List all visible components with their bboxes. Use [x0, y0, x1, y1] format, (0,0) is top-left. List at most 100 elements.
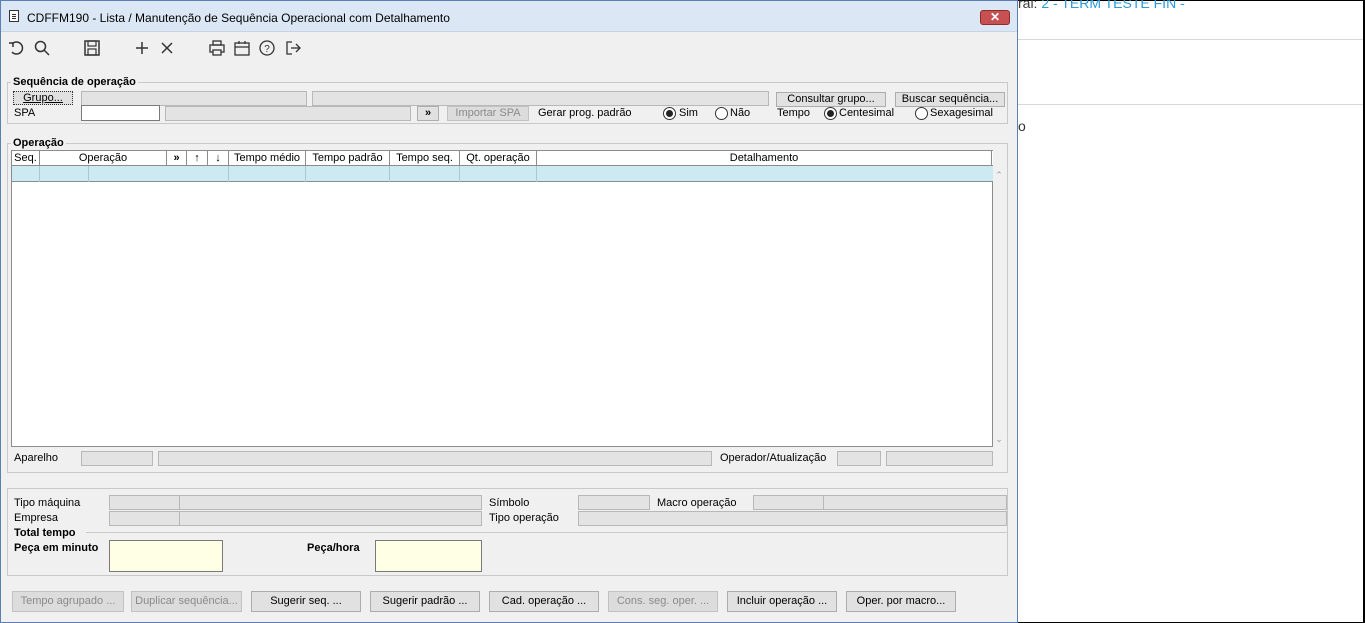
grupo-button[interactable]: Grupo...: [13, 91, 73, 105]
tipo-maquina-label: Tipo máquina: [14, 497, 81, 509]
atualizacao-field[interactable]: [886, 451, 993, 466]
macro-operacao-code-field[interactable]: [753, 495, 824, 510]
scroll-down-icon[interactable]: ⌄: [994, 434, 1004, 444]
spa-label: SPA: [14, 107, 36, 119]
table-row[interactable]: [12, 166, 993, 182]
sexagesimal-label: Sexagesimal: [930, 107, 993, 119]
macro-operacao-desc-field[interactable]: [823, 495, 1007, 510]
empresa-code-field[interactable]: [109, 511, 180, 526]
col-qt-operacao[interactable]: Qt. operação: [460, 151, 537, 166]
help-icon[interactable]: ?: [258, 39, 276, 57]
nao-label: Não: [730, 107, 751, 119]
search-icon[interactable]: [33, 39, 51, 57]
sugerir-seq-button[interactable]: Sugerir seq. ...: [251, 591, 361, 612]
cell-qt-operacao[interactable]: [460, 166, 537, 182]
sequencia-title: Sequência de operação: [11, 76, 138, 88]
background-divider: [1018, 39, 1363, 40]
importar-spa-button[interactable]: Importar SPA: [447, 106, 529, 121]
simbolo-label: Símbolo: [489, 497, 530, 509]
peca-minuto-input[interactable]: [109, 540, 223, 572]
spa-input[interactable]: [81, 105, 160, 121]
tipo-maquina-code-field[interactable]: [109, 495, 180, 510]
sexagesimal-radio[interactable]: [915, 107, 928, 120]
calendar-icon[interactable]: [233, 39, 251, 57]
empresa-label: Empresa: [14, 512, 59, 524]
background-title-prefix: ral:: [1018, 0, 1038, 11]
table-scrollbar[interactable]: ⌃ ⌄: [993, 166, 1005, 447]
cell-operacao-desc[interactable]: [89, 166, 229, 182]
consultar-grupo-button[interactable]: Consultar grupo...: [776, 92, 886, 107]
aparelho-code-field[interactable]: [81, 451, 153, 466]
col-tempo-seq[interactable]: Tempo seq.: [390, 151, 460, 166]
scroll-up-icon[interactable]: ⌃: [994, 170, 1004, 180]
col-operacao[interactable]: Operação: [40, 151, 167, 166]
aparelho-desc-field[interactable]: [158, 451, 712, 466]
cons-seq-oper-button[interactable]: Cons. seg. oper. ...: [608, 591, 718, 612]
col-tempo-medio[interactable]: Tempo médio: [229, 151, 306, 166]
background-title-accent: 2 - TERM TESTE FIN -: [1041, 0, 1185, 11]
print-icon[interactable]: [208, 39, 226, 57]
gerar-prog-label: Gerar prog. padrão: [538, 107, 632, 119]
exit-icon[interactable]: [284, 39, 302, 57]
grupo-desc-field[interactable]: [312, 91, 769, 106]
col-move-down[interactable]: ↓: [208, 151, 229, 166]
tipo-operacao-field[interactable]: [578, 511, 1007, 526]
empresa-desc-field[interactable]: [179, 511, 482, 526]
macro-operacao-label: Macro operação: [657, 497, 737, 509]
peca-hora-label: Peça/hora: [307, 542, 360, 554]
undo-icon[interactable]: [8, 39, 26, 57]
operacao-title: Operação: [11, 137, 66, 149]
spa-desc-field[interactable]: [165, 106, 411, 121]
toolbar: ?: [1, 33, 1017, 61]
buscar-sequencia-button[interactable]: Buscar sequência...: [895, 92, 1005, 107]
table-header: Seq. Operação » ↑ ↓ Tempo médio Tempo pa…: [12, 151, 993, 166]
tipo-maquina-desc-field[interactable]: [179, 495, 482, 510]
nao-radio[interactable]: [715, 107, 728, 120]
operador-field[interactable]: [837, 451, 881, 466]
delete-icon[interactable]: [158, 39, 176, 57]
aparelho-label: Aparelho: [14, 452, 59, 464]
sugerir-padrao-button[interactable]: Sugerir padrão ...: [370, 591, 480, 612]
peca-hora-input[interactable]: [375, 540, 482, 572]
total-tempo-divider: [86, 532, 1007, 533]
oper-por-macro-button[interactable]: Oper. por macro...: [846, 591, 956, 612]
cad-operacao-button[interactable]: Cad. operação ...: [489, 591, 599, 612]
background-app-title: ral: 2 - TERM TESTE FIN -: [1018, 0, 1185, 11]
centesimal-label: Centesimal: [839, 107, 895, 119]
tipo-operacao-label: Tipo operação: [489, 512, 559, 524]
total-tempo-title: Total tempo: [14, 527, 76, 539]
col-detalhamento[interactable]: Detalhamento: [537, 151, 992, 166]
title-bar[interactable]: CDFFM190 - Lista / Manutenção de Sequênc…: [1, 1, 1017, 32]
sim-radio[interactable]: [663, 107, 676, 120]
tempo-label: Tempo: [777, 107, 811, 119]
cell-detalhamento[interactable]: [537, 166, 993, 182]
background-partial-text: o: [1018, 118, 1026, 134]
window-title: CDFFM190 - Lista / Manutenção de Sequênc…: [27, 11, 450, 25]
peca-minuto-label: Peça em minuto: [14, 542, 99, 554]
col-expand[interactable]: »: [167, 151, 187, 166]
cell-tempo-padrao[interactable]: [306, 166, 390, 182]
operador-label: Operador/Atualização: [720, 452, 827, 464]
operacao-table[interactable]: Seq. Operação » ↑ ↓ Tempo médio Tempo pa…: [11, 150, 1005, 447]
spa-go-button[interactable]: »: [417, 106, 439, 121]
cell-tempo-medio[interactable]: [229, 166, 306, 182]
grupo-code-field[interactable]: [81, 91, 307, 106]
duplicar-sequencia-button[interactable]: Duplicar sequência...: [131, 591, 242, 612]
col-move-up[interactable]: ↑: [187, 151, 208, 166]
close-button[interactable]: ✕: [980, 10, 1010, 25]
background-divider: [1018, 104, 1363, 105]
simbolo-field[interactable]: [578, 495, 650, 510]
centesimal-radio[interactable]: [824, 107, 837, 120]
document-icon: [9, 10, 19, 22]
tempo-agrupado-button[interactable]: Tempo agrupado ...: [12, 591, 124, 612]
cell-tempo-seq[interactable]: [390, 166, 460, 182]
add-icon[interactable]: [133, 39, 151, 57]
col-tempo-padrao[interactable]: Tempo padrão: [306, 151, 390, 166]
incluir-operacao-button[interactable]: Incluir operação ...: [727, 591, 837, 612]
save-icon[interactable]: [83, 39, 101, 57]
main-window: CDFFM190 - Lista / Manutenção de Sequênc…: [0, 0, 1018, 623]
cell-operacao-code[interactable]: [40, 166, 89, 182]
sim-label: Sim: [679, 107, 698, 119]
cell-seq[interactable]: [12, 166, 40, 182]
col-seq[interactable]: Seq.: [12, 151, 40, 166]
